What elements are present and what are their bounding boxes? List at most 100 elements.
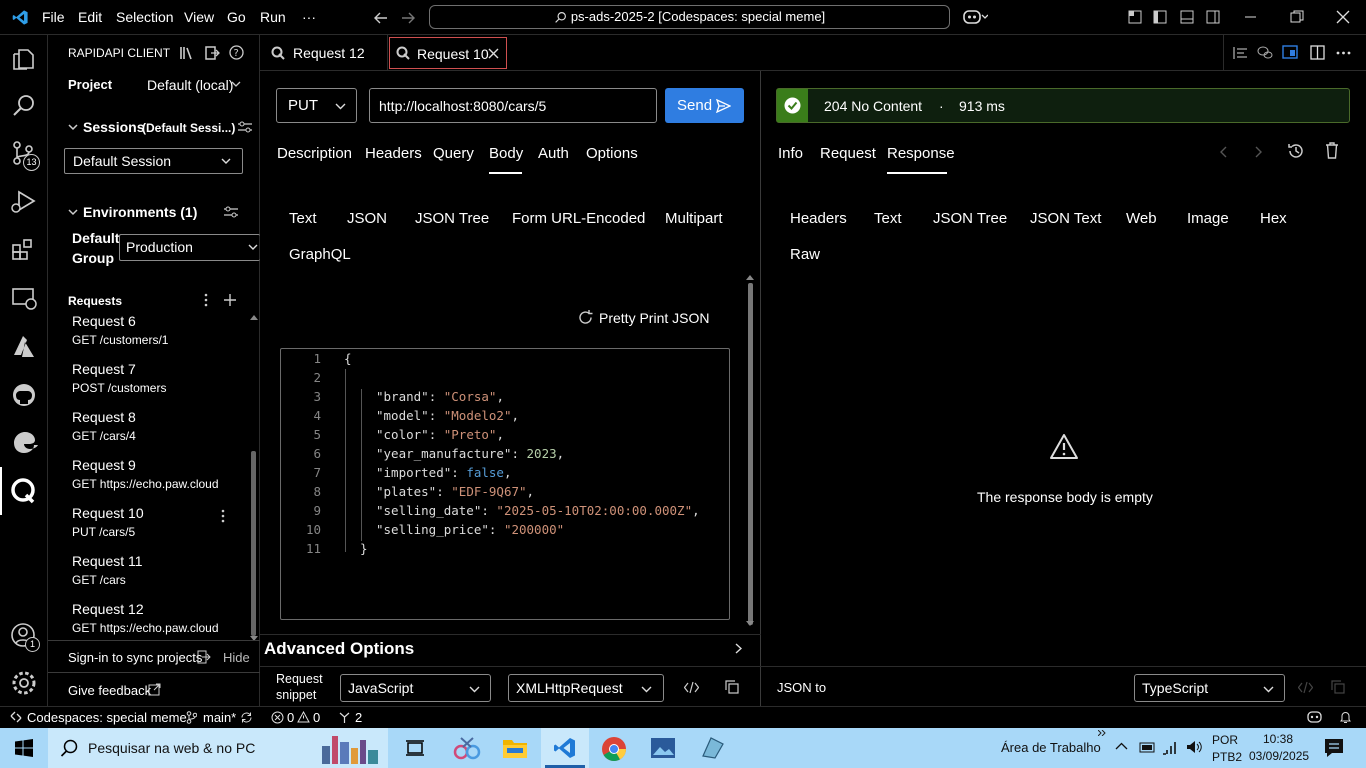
toggle-sidebar-icon[interactable] (1153, 10, 1167, 24)
json-to-language-select[interactable]: TypeScript (1134, 674, 1285, 702)
accounts-icon[interactable]: 1 (10, 622, 40, 652)
input-language-2[interactable]: PTB2 (1212, 750, 1242, 764)
command-center[interactable]: ps-ads-2025-2 [Codespaces: special meme] (429, 5, 950, 29)
menu-run[interactable]: Run (260, 9, 286, 25)
prev-arrow-icon[interactable] (1219, 146, 1227, 158)
tab-body[interactable]: Body (489, 145, 523, 162)
vscode-taskbar-button[interactable] (541, 728, 589, 768)
body-type-json-tree[interactable]: JSON Tree (415, 210, 489, 227)
view-json-text[interactable]: JSON Text (1030, 210, 1101, 227)
body-type-json[interactable]: JSON (347, 210, 387, 227)
input-language-1[interactable]: POR (1212, 733, 1238, 747)
menu-edit[interactable]: Edit (78, 9, 102, 25)
environments-chevron-icon[interactable] (68, 209, 78, 216)
signin-link[interactable]: Sign-in to sync projects (68, 650, 202, 665)
trash-icon[interactable] (1325, 142, 1339, 159)
run-debug-icon[interactable] (10, 188, 38, 216)
layout-customize-icon[interactable] (1128, 10, 1142, 24)
menu-go[interactable]: Go (227, 9, 246, 25)
menu-selection[interactable]: Selection (116, 9, 174, 25)
toggle-panel-icon[interactable] (1180, 10, 1194, 24)
taskbar-search-box[interactable]: Pesquisar na web & no PC (48, 728, 388, 768)
tab-request-12[interactable]: Request 12 (260, 35, 388, 71)
body-scrollbar[interactable] (748, 283, 753, 625)
scroll-up-arrow-icon[interactable] (250, 314, 258, 320)
environments-settings-icon[interactable] (224, 206, 238, 218)
list-item[interactable]: Request 10 PUT /cars/5 (48, 503, 252, 551)
close-tab-icon[interactable] (488, 48, 499, 59)
history-icon[interactable] (1287, 142, 1305, 160)
branch-label[interactable]: main* (203, 710, 236, 725)
more-actions-icon[interactable] (204, 293, 208, 307)
request-more-icon[interactable] (221, 509, 225, 523)
import-icon[interactable] (205, 46, 220, 60)
code-icon[interactable] (1298, 681, 1313, 694)
library-icon[interactable] (180, 46, 195, 60)
toggle-secondary-sidebar-icon[interactable] (1206, 10, 1220, 24)
action-center-icon[interactable] (1324, 738, 1344, 758)
next-arrow-icon[interactable] (1255, 146, 1263, 158)
preview-icon[interactable] (1282, 45, 1298, 60)
view-json-tree[interactable]: JSON Tree (933, 210, 1007, 227)
tab-auth[interactable]: Auth (538, 145, 569, 162)
snippet-language-select[interactable]: JavaScript (340, 674, 491, 702)
environment-select[interactable]: Production (119, 234, 260, 261)
azure-icon[interactable] (10, 333, 38, 361)
scroll-down-arrow-icon[interactable] (250, 636, 258, 642)
tray-chevron-up-icon[interactable] (1115, 742, 1128, 750)
close-window-icon[interactable] (1336, 10, 1350, 24)
back-arrow-icon[interactable] (373, 10, 389, 26)
github-icon[interactable] (10, 381, 38, 409)
add-request-icon[interactable] (224, 294, 236, 306)
wifi-icon[interactable] (1162, 739, 1180, 755)
desktop-toolbar-label[interactable]: Área de Trabalho (1001, 740, 1101, 755)
forward-arrow-icon[interactable] (400, 10, 416, 26)
minimize-icon[interactable] (1244, 10, 1258, 24)
advanced-options-label[interactable]: Advanced Options (264, 639, 414, 659)
tab-request[interactable]: Request (820, 145, 876, 162)
view-text[interactable]: Text (874, 210, 902, 227)
chevron-right-icon[interactable] (735, 643, 742, 654)
ports-count[interactable]: 2 (355, 710, 362, 725)
remote-label[interactable]: Codespaces: special meme (27, 710, 187, 725)
copilot-status-icon[interactable] (1307, 711, 1322, 723)
ports-icon[interactable] (338, 711, 351, 724)
url-input[interactable] (369, 88, 657, 123)
error-count[interactable]: 0 (287, 710, 294, 725)
compare-icon[interactable] (1257, 46, 1273, 60)
body-type-graphql[interactable]: GraphQL (289, 246, 351, 263)
list-item[interactable]: Request 6 GET /customers/1 (48, 311, 252, 359)
tab-options[interactable]: Options (586, 145, 638, 162)
double-chevron-icon[interactable] (1098, 730, 1106, 736)
branch-icon[interactable] (186, 711, 197, 724)
copilot-icon[interactable] (962, 8, 988, 26)
sessions-chevron-icon[interactable] (68, 124, 78, 131)
body-type-text[interactable]: Text (289, 210, 317, 227)
tab-query[interactable]: Query (433, 145, 474, 162)
source-control-icon[interactable]: 13 (10, 140, 40, 171)
session-select[interactable]: Default Session (64, 148, 243, 174)
list-item[interactable]: Request 12 GET https://echo.paw.cloud (48, 599, 252, 637)
remote-explorer-icon[interactable] (10, 285, 38, 313)
sync-icon[interactable] (240, 711, 253, 724)
body-type-multipart[interactable]: Multipart (665, 210, 723, 227)
menu-view[interactable]: View (184, 9, 214, 25)
view-raw[interactable]: Raw (790, 246, 820, 263)
send-button[interactable]: Send (665, 88, 744, 123)
copy-icon[interactable] (725, 680, 739, 694)
manage-gear-icon[interactable] (10, 669, 38, 697)
body-editor[interactable]: 1{ 2 3 "brand": "Corsa", 4 "model": "Modelo… (280, 348, 730, 620)
windows-start-icon[interactable] (15, 739, 33, 757)
restore-icon[interactable] (1290, 10, 1304, 24)
view-web[interactable]: Web (1126, 210, 1157, 227)
snipping-tool-icon[interactable] (453, 736, 481, 760)
hide-button[interactable]: Hide (223, 650, 250, 665)
tab-info[interactable]: Info (778, 145, 803, 162)
edge-devtools-icon[interactable] (10, 429, 38, 457)
tab-headers[interactable]: Headers (365, 145, 422, 162)
app-taskbar-icon[interactable] (699, 736, 725, 760)
notifications-bell-icon[interactable] (1339, 711, 1352, 724)
scroll-down-arrow-icon[interactable] (746, 621, 754, 627)
extensions-icon[interactable] (10, 236, 38, 264)
volume-icon[interactable] (1186, 739, 1204, 755)
